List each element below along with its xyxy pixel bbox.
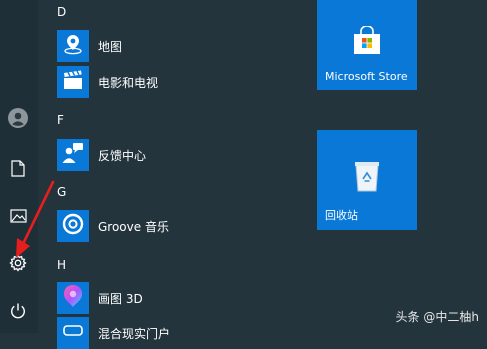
user-avatar-icon: [8, 108, 28, 132]
power-button[interactable]: [3, 298, 33, 328]
app-label: 电影和电视: [98, 75, 159, 90]
app-item-feedback-hub[interactable]: 反馈中心: [57, 139, 287, 171]
map-pin-icon: [62, 33, 84, 59]
account-button[interactable]: [3, 105, 33, 135]
recycle-bin-icon: [352, 159, 382, 197]
tile-label: 回收站: [325, 209, 358, 222]
app-label: 反馈中心: [98, 148, 147, 163]
clapperboard-icon: [62, 70, 84, 94]
watermark: 头条 @中二柚h: [396, 308, 479, 325]
power-icon: [9, 302, 27, 324]
app-label: 画图 3D: [98, 291, 143, 306]
app-icon-tile: [57, 282, 89, 314]
section-letter-h[interactable]: H: [57, 258, 66, 272]
store-bag-icon: [351, 25, 383, 60]
documents-button[interactable]: [3, 155, 33, 185]
app-list: D 地图 电影和电视 F 反馈中心 G Groove 音乐 H 画图 3D 混合…: [38, 0, 300, 349]
app-item-paint-3d[interactable]: 画图 3D: [57, 282, 287, 314]
section-letter-g[interactable]: G: [57, 185, 66, 199]
app-item-groove-music[interactable]: Groove 音乐: [57, 210, 287, 242]
document-icon: [11, 159, 25, 181]
app-label: Groove 音乐: [98, 219, 169, 234]
settings-gear-icon: [9, 254, 27, 276]
settings-button[interactable]: [3, 250, 33, 280]
tile-recycle-bin[interactable]: 回收站: [317, 130, 417, 230]
app-icon-tile: [57, 139, 89, 171]
app-item-movies-tv[interactable]: 电影和电视: [57, 66, 287, 98]
app-item-map[interactable]: 地图: [57, 30, 287, 62]
groove-disc-icon: [62, 213, 84, 239]
tile-label: Microsoft Store: [325, 70, 408, 83]
watermark-handle: @中二柚h: [423, 310, 479, 324]
pictures-button[interactable]: [3, 202, 33, 232]
app-icon-tile: [57, 66, 89, 98]
paint3d-icon: [62, 284, 84, 312]
app-icon-tile: [57, 317, 89, 349]
watermark-source: 头条: [395, 310, 420, 324]
pictures-icon: [9, 208, 27, 227]
app-icon-tile: [57, 210, 89, 242]
app-item-mixed-reality-portal[interactable]: 混合现实门户: [57, 317, 287, 349]
feedback-people-icon: [61, 142, 85, 168]
app-icon-tile: [57, 30, 89, 62]
section-letter-d[interactable]: D: [57, 5, 66, 19]
start-left-rail: [0, 0, 38, 333]
app-label: 混合现实门户: [98, 326, 171, 341]
app-label: 地图: [98, 39, 123, 54]
section-letter-f[interactable]: F: [57, 113, 64, 127]
tile-microsoft-store[interactable]: Microsoft Store: [317, 0, 417, 90]
mixed-reality-icon: [62, 323, 84, 343]
